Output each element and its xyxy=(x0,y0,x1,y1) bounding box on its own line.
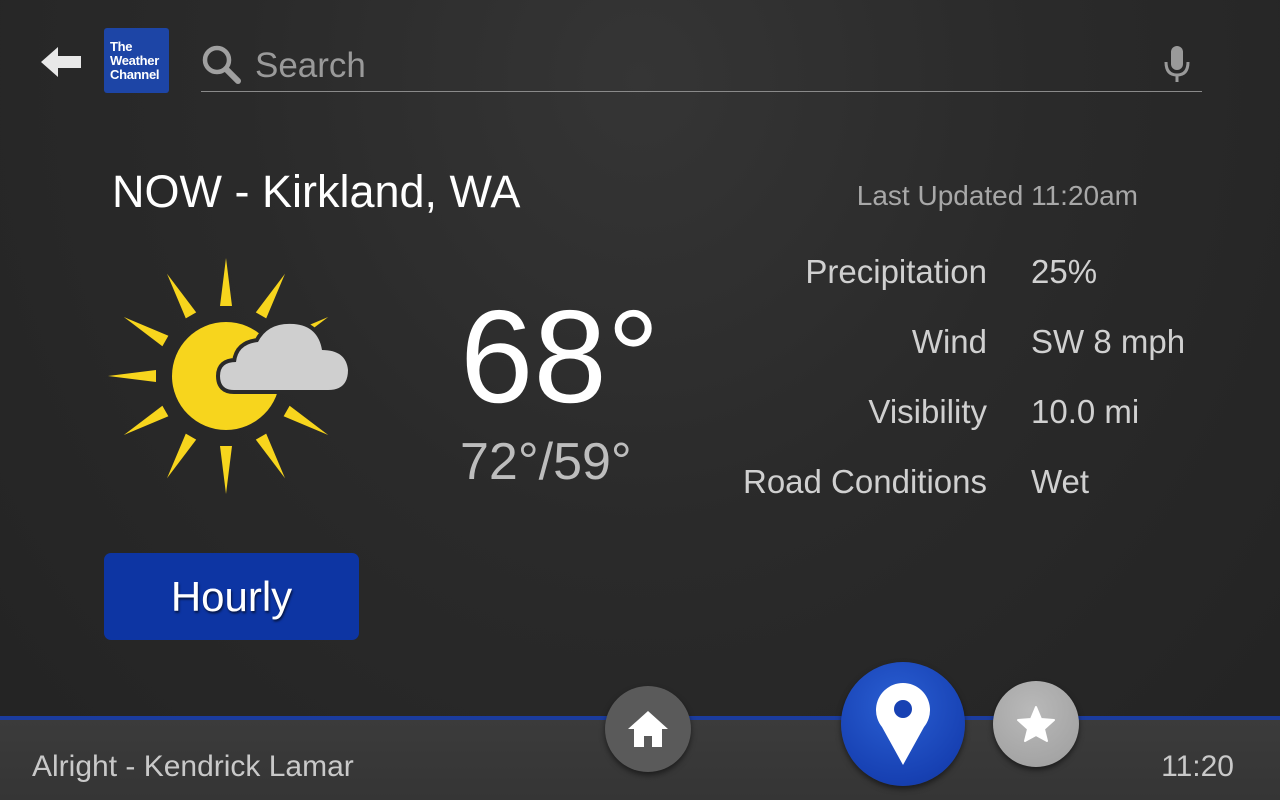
last-updated-text: Last Updated 11:20am xyxy=(856,180,1138,211)
star-icon xyxy=(1017,706,1055,742)
detail-row-precipitation: Precipitation 25% xyxy=(700,247,1220,317)
detail-row-wind: Wind SW 8 mph xyxy=(700,317,1220,387)
weather-app-screen: The Weather Channel NOW - Kirkland, WA L… xyxy=(0,0,1280,800)
detail-value: 25% xyxy=(1031,253,1098,290)
detail-row-road-conditions: Road Conditions Wet xyxy=(700,457,1220,527)
search-bar xyxy=(201,40,1202,92)
clock: 11:20 xyxy=(1161,750,1234,783)
detail-row-visibility: Visibility 10.0 mi xyxy=(700,387,1220,457)
location-title: NOW - Kirkland, WA xyxy=(112,166,521,217)
favorites-button[interactable] xyxy=(993,681,1079,767)
navigation-button[interactable] xyxy=(841,662,965,786)
search-input[interactable] xyxy=(255,44,1135,88)
microphone-icon[interactable] xyxy=(1162,44,1192,84)
detail-label: Wind xyxy=(911,323,987,360)
location-pin-icon xyxy=(876,683,930,765)
detail-value: Wet xyxy=(1031,463,1090,500)
logo-line: The xyxy=(110,39,133,54)
detail-label: Precipitation xyxy=(805,253,987,290)
detail-label: Road Conditions xyxy=(743,463,987,500)
detail-value: SW 8 mph xyxy=(1031,323,1186,360)
arrow-left-icon xyxy=(41,47,81,77)
logo-line: Weather xyxy=(110,53,159,68)
hourly-button[interactable]: Hourly xyxy=(104,553,359,640)
detail-label: Visibility xyxy=(868,393,987,430)
back-button[interactable] xyxy=(38,40,84,84)
partly-sunny-icon xyxy=(108,258,353,494)
high-low-temperature: 72°/59° xyxy=(460,433,632,491)
detail-value: 10.0 mi xyxy=(1031,393,1140,430)
home-icon xyxy=(628,711,668,747)
current-temperature: 68° xyxy=(460,283,660,430)
search-icon xyxy=(202,45,241,84)
logo-line: Channel xyxy=(110,67,160,82)
weather-details: Precipitation 25% Wind SW 8 mph Visibili… xyxy=(700,247,1220,527)
weather-channel-logo: The Weather Channel xyxy=(104,28,169,93)
now-playing-text[interactable]: Alright - Kendrick Lamar xyxy=(32,750,354,784)
home-button[interactable] xyxy=(605,686,691,772)
